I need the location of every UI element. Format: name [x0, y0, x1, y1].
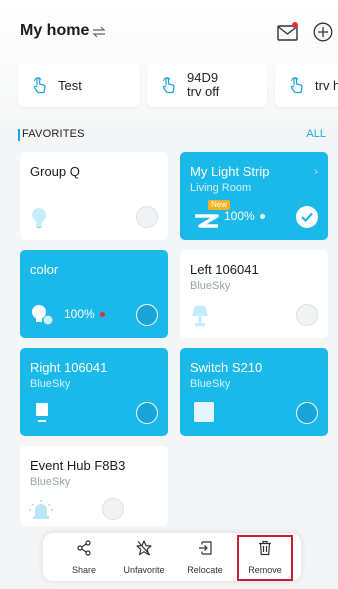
device-name: Switch S210 [190, 360, 263, 375]
brightness-percent: 100% [64, 307, 95, 321]
alarm-hub-icon [29, 500, 53, 519]
device-name: Group Q [30, 164, 80, 179]
light-strip-icon [195, 214, 219, 228]
notification-dot [292, 22, 298, 28]
scene-label: trv h [315, 78, 338, 93]
device-name: color [30, 262, 59, 277]
relocate-label: Relocate [187, 565, 223, 575]
status-dot [100, 312, 105, 317]
device-room: BlueSky [190, 280, 231, 292]
power-toggle[interactable] [296, 402, 318, 424]
device-card-right-106041[interactable]: Right 106041 BlueSky [20, 348, 168, 436]
bulb-icon [32, 208, 46, 228]
device-card-event-hub[interactable]: Event Hub F8B3 BlueSky [20, 446, 168, 526]
favorites-title: FAVORITES [22, 128, 85, 140]
device-card-left-106041[interactable]: Left 106041 BlueSky [180, 250, 328, 338]
device-card-switch-s210[interactable]: Switch S210 BlueSky [180, 348, 328, 436]
chevron-right-icon[interactable]: › [314, 164, 318, 178]
scene-trv[interactable]: trv h [275, 63, 338, 107]
power-toggle[interactable] [136, 206, 158, 228]
plug-switch-icon [36, 403, 48, 422]
tap-hand-icon [290, 77, 303, 94]
section-accent-bar [18, 129, 20, 141]
device-name: My Light Strip [190, 164, 270, 179]
scene-label-line1: 94D9 [187, 70, 219, 85]
power-toggle[interactable] [136, 304, 158, 326]
share-icon [77, 540, 91, 556]
add-icon[interactable] [313, 22, 333, 42]
selected-check-icon[interactable] [296, 206, 318, 228]
lamp-icon [192, 306, 208, 326]
tap-hand-icon [162, 77, 175, 94]
device-room: BlueSky [30, 378, 71, 390]
device-name: Left 106041 [190, 262, 259, 277]
swap-icon[interactable] [92, 25, 106, 39]
scene-label-line2: trv off [187, 84, 220, 99]
device-card-light-strip[interactable]: My Light Strip › Living Room New 100% [180, 152, 328, 240]
device-card-group-q[interactable]: Group Q [20, 152, 168, 240]
scene-shortcuts: Test 94D9 trv off trv h [18, 63, 338, 107]
device-name: Right 106041 [30, 360, 108, 375]
unfavorite-button[interactable]: Unfavorite [115, 533, 173, 581]
color-bulb-icon [32, 305, 53, 325]
power-toggle[interactable] [136, 402, 158, 424]
device-room: BlueSky [190, 378, 231, 390]
power-toggle[interactable] [102, 498, 124, 520]
tap-hand-icon [33, 77, 46, 94]
relocate-icon [199, 541, 212, 555]
home-title[interactable]: My home [20, 22, 89, 40]
share-label: Share [71, 565, 97, 575]
scene-test[interactable]: Test [18, 63, 140, 107]
home-header: My home Test 94D9 trv off trv h [0, 0, 338, 122]
unfavorite-label: Unfavorite [123, 565, 165, 575]
favorites-all-link[interactable]: ALL [306, 128, 326, 140]
device-room: BlueSky [30, 476, 71, 488]
remove-highlight-box [237, 535, 293, 581]
device-room: Living Room [190, 182, 252, 194]
scene-label: Test [58, 78, 82, 93]
scene-94d9[interactable]: 94D9 trv off [147, 63, 267, 107]
relocate-button[interactable]: Relocate [179, 533, 231, 581]
unfavorite-star-icon [136, 540, 152, 556]
power-toggle[interactable] [296, 304, 318, 326]
app-screen: My home Test 94D9 trv off trv h FAVORITE… [0, 0, 338, 589]
wall-switch-icon [194, 402, 214, 422]
favorites-header: FAVORITES ALL [18, 128, 326, 142]
share-button[interactable]: Share [61, 533, 107, 581]
brightness-percent: 100% [224, 209, 255, 223]
status-dot [260, 214, 265, 219]
device-name: Event Hub F8B3 [30, 458, 126, 473]
device-card-color[interactable]: color 100% [20, 250, 168, 338]
